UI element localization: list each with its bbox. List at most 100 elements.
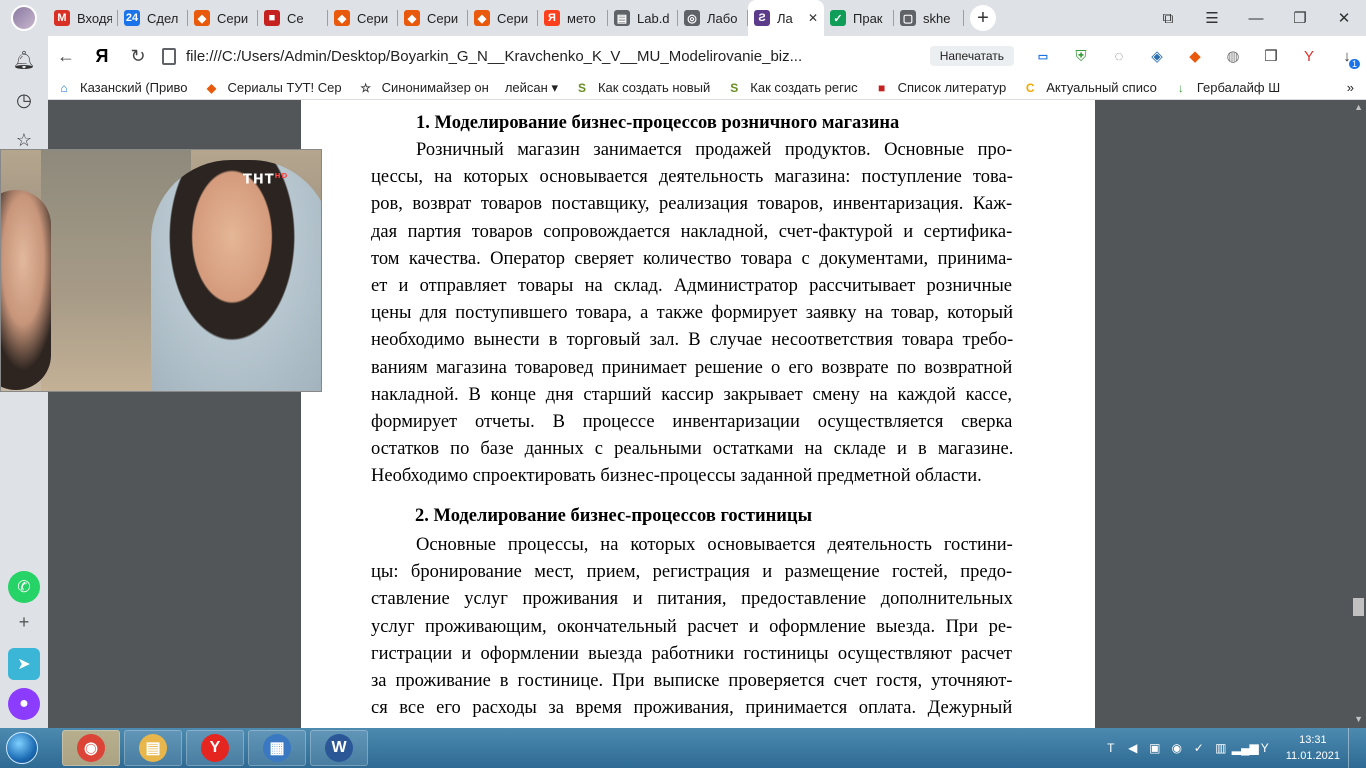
alice-icon[interactable]: ●	[8, 688, 40, 720]
network-icon[interactable]: ▂▄▆	[1232, 741, 1259, 755]
tnt-logo-sub: HD	[274, 172, 289, 180]
s-icon: S	[577, 80, 586, 95]
scroll-down-icon[interactable]: ▼	[1354, 714, 1363, 724]
book-red-icon: ■	[264, 10, 280, 26]
tab-label: Прак	[853, 10, 883, 26]
tab-bar: M Входя 24 Сдел ◆ Сери ■ Се ◆ Сери ◆ Сери ◆ Сери Ямето…	[0, 0, 1366, 36]
yandex-ext-icon[interactable]: Y	[1294, 41, 1324, 71]
globe-icon[interactable]: ◍	[1218, 41, 1248, 71]
print-button[interactable]: Напечатать	[929, 46, 1014, 66]
pdf-page: 1. Моделирование бизнес-процессов рознич…	[301, 100, 1095, 728]
bookmark-0[interactable]: ⌂ Казанский (Приво	[48, 80, 196, 96]
profile-button[interactable]	[0, 0, 48, 36]
fox-icon: ◆	[194, 10, 210, 26]
herbalife-icon: ↓	[1177, 80, 1184, 95]
minimize-button[interactable]: —	[1234, 10, 1278, 27]
close-window-button[interactable]: ✕	[1322, 9, 1366, 27]
video-pip[interactable]: ТНТHD	[0, 149, 322, 392]
bookmark-6[interactable]: ■ Список литератур	[866, 80, 1015, 96]
add-app-icon[interactable]: +	[10, 608, 38, 636]
security-icon[interactable]: ✓	[1188, 741, 1210, 755]
url-text: file:///C:/Users/Admin/Desktop/Boyarkin_…	[186, 47, 803, 65]
history-icon[interactable]: ◷	[10, 86, 38, 114]
show-desktop-button[interactable]	[1348, 728, 1360, 768]
clock[interactable]: 13:31 11.01.2021	[1286, 732, 1340, 764]
avatar	[11, 5, 37, 31]
tab-tabs-8[interactable]: ▤ Lab.d	[608, 0, 678, 36]
bookmark-4[interactable]: S Как создать новый	[566, 80, 718, 96]
tab-label: Ла	[777, 10, 793, 26]
tab-tabs-7[interactable]: Ямето	[538, 0, 608, 36]
tab-tabs-9[interactable]: ◎ Лабо	[678, 0, 748, 36]
sync-icon[interactable]: ◈	[1142, 41, 1172, 71]
whatsapp-icon[interactable]: ✆	[8, 571, 40, 603]
back-button[interactable]: ←	[48, 38, 84, 74]
fox-icon: ◆	[474, 10, 490, 26]
browser-toolbar: ← Я ↻ file:///C:/Users/Admin/Desktop/Boy…	[48, 36, 1366, 76]
text-line: необходимо вынести в торговый зал. В слу…	[371, 330, 1014, 351]
new-tab-button[interactable]: +	[970, 5, 996, 31]
text-line: дая партия товаров сопровождается наклад…	[371, 221, 1013, 242]
tab-tabs-4[interactable]: ◆ Сери	[328, 0, 398, 36]
menu-icon[interactable]: ☰	[1190, 9, 1234, 27]
text-line: накладной. В конце дня старший кассир за…	[371, 384, 1013, 405]
scroll-up-icon[interactable]: ▲	[1354, 102, 1363, 112]
collections-icon[interactable]: ❒	[1256, 41, 1286, 71]
close-tab-icon[interactable]: ✕	[808, 11, 818, 25]
taskbar-yandex[interactable]: Y	[186, 730, 244, 766]
tab-label: Сери	[497, 10, 529, 26]
bookmark-label: Гербалайф Ш	[1196, 80, 1281, 95]
tab-tabs-5[interactable]: ◆ Сери	[398, 0, 468, 36]
video-person-left	[1, 190, 51, 390]
video-person-right	[151, 160, 321, 391]
search-ext-icon[interactable]: ◌	[1104, 41, 1134, 71]
bookmark-2[interactable]: ☆ Синонимайзер он	[350, 80, 497, 96]
taskbar-explorer[interactable]: ▤	[124, 730, 182, 766]
teams-icon[interactable]: T	[1100, 741, 1122, 755]
ext-translate-icon[interactable]: ▭	[1028, 41, 1058, 71]
tab-tabs-6[interactable]: ◆ Сери	[468, 0, 538, 36]
shield-icon[interactable]: ⛨	[1066, 41, 1096, 71]
text-line: Основные процессы, на которых основывает…	[416, 535, 1013, 555]
scrollbar-thumb[interactable]	[1353, 598, 1364, 616]
tab-search-icon[interactable]: ⧉	[1146, 10, 1190, 27]
tab-label: Сдел	[147, 10, 179, 26]
bookmark-8[interactable]: ↓ Гербалайф Ш	[1165, 80, 1288, 96]
system-tray: T ◀ ▣ ◉ ✓ ▥ ▂▄▆ Y 13:31 11.01.2021	[1100, 728, 1366, 768]
bookmark-7[interactable]: C Актуальный списо	[1014, 80, 1165, 96]
more-bookmarks-icon[interactable]: »	[1347, 80, 1354, 95]
yandex-tray-icon[interactable]: Y	[1254, 741, 1276, 755]
tab-tabs-1[interactable]: 24 Сдел	[118, 0, 188, 36]
reload-button[interactable]: ↻	[120, 38, 156, 74]
usb-icon[interactable]: ▥	[1210, 741, 1232, 755]
file-icon: ▢	[900, 10, 916, 26]
bookmark-1[interactable]: ◆ Сериалы ТУТ! Сер	[196, 80, 350, 96]
taskbar-word[interactable]: W	[310, 730, 368, 766]
tab-tabs_after-0[interactable]: ✓ Прак	[824, 0, 894, 36]
taskbar-chrome[interactable]: ◉	[62, 730, 120, 766]
taskbar-control-panel[interactable]: ▦	[248, 730, 306, 766]
restore-button[interactable]: ❐	[1278, 9, 1322, 27]
start-button[interactable]	[0, 728, 44, 768]
messenger-icon[interactable]: ➤	[8, 648, 40, 680]
tab-label: Лабо	[707, 10, 738, 26]
calendar24-icon: 24	[124, 10, 140, 26]
tab-label: skhe	[923, 10, 951, 26]
volume-icon[interactable]: ◀	[1122, 741, 1144, 755]
bell-icon[interactable]: 🔔︎	[10, 46, 38, 74]
address-bar[interactable]: file:///C:/Users/Admin/Desktop/Boyarkin_…	[162, 40, 930, 72]
download-badge: 1	[1348, 59, 1360, 69]
tab-active[interactable]: Ƨ Ла ✕	[748, 0, 824, 36]
bookmark-label: Синонимайзер он	[381, 80, 489, 95]
fox-ext-icon[interactable]: ◆	[1180, 41, 1210, 71]
tab-tabs-2[interactable]: ◆ Сери	[188, 0, 258, 36]
bookmark-3[interactable]: лейсан ▾	[497, 80, 566, 96]
tab-tabs-3[interactable]: ■ Се	[258, 0, 328, 36]
yandex-home-button[interactable]: Я	[84, 38, 120, 74]
bookmark-5[interactable]: S Как создать регис	[718, 80, 865, 96]
downloads-icon[interactable]: ↓ 1	[1332, 41, 1362, 71]
nvidia-icon[interactable]: ▣	[1144, 741, 1166, 755]
tab-tabs_after-1[interactable]: ▢ skhe	[894, 0, 964, 36]
tray-app-icon[interactable]: ◉	[1166, 741, 1188, 755]
tab-tabs-0[interactable]: M Входя	[48, 0, 118, 36]
